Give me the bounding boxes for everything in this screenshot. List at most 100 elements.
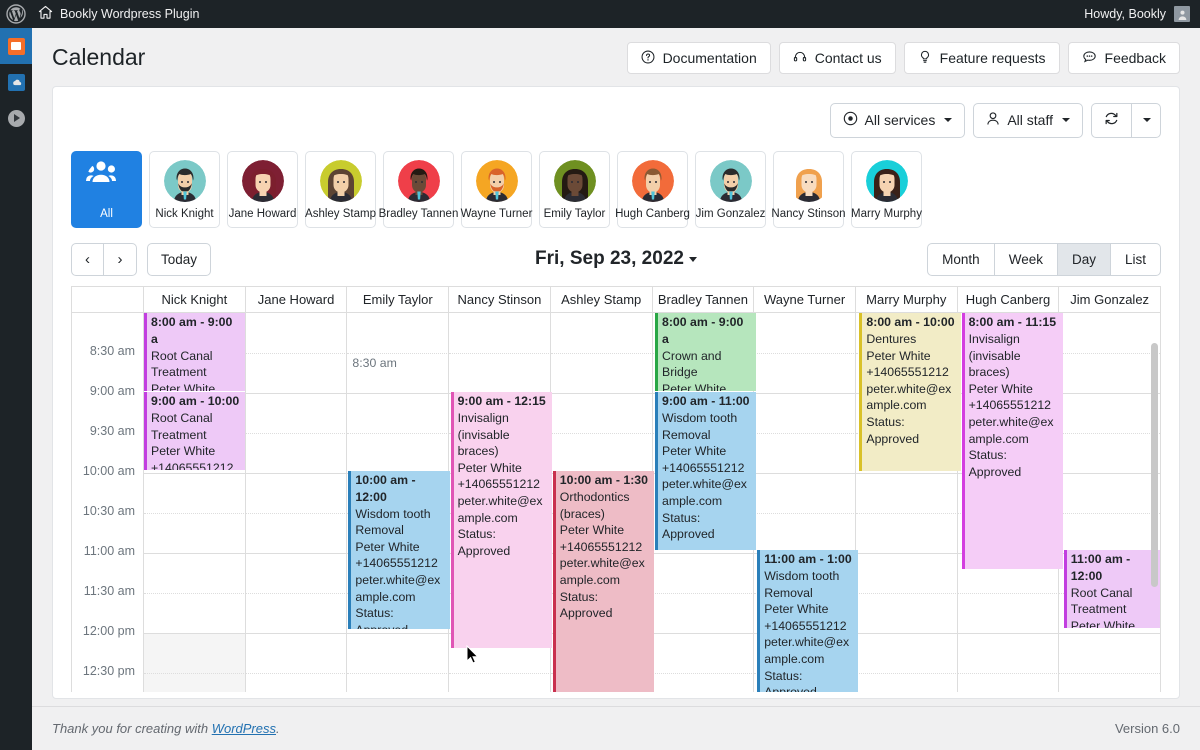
calendar-slot[interactable] [144,473,246,493]
contact-us-button[interactable]: Contact us [779,42,896,74]
calendar-slot[interactable] [246,333,348,353]
view-button-day[interactable]: Day [1058,243,1111,276]
calendar-slot[interactable] [856,673,958,692]
calendar-slot[interactable] [754,373,856,393]
calendar-slot[interactable] [1059,493,1160,513]
calendar-slot[interactable] [754,453,856,473]
refresh-options-button[interactable] [1131,103,1161,138]
calendar-slot[interactable] [958,593,1060,613]
calendar-slot[interactable] [1059,373,1160,393]
calendar-slot[interactable] [246,633,348,653]
calendar-event[interactable]: 9:00 am - 12:15Invisalign (invisable bra… [451,392,552,648]
calendar-slot[interactable] [754,433,856,453]
sidebar-item-bookly[interactable] [0,28,32,64]
calendar-slot[interactable] [856,653,958,673]
calendar-event[interactable]: 10:00 am - 12:00Wisdom tooth RemovalPete… [348,471,449,629]
calendar-slot[interactable] [856,633,958,653]
calendar-slot[interactable] [1059,673,1160,692]
calendar-slot[interactable] [754,513,856,533]
calendar-slot[interactable] [1059,333,1160,353]
calendar-slot[interactable] [551,333,653,353]
calendar-slot[interactable] [144,533,246,553]
calendar-event[interactable]: 9:00 am - 11:00Wisdom tooth RemovalPeter… [655,392,756,550]
calendar-slot[interactable] [754,353,856,373]
calendar-slot[interactable] [754,333,856,353]
calendar-slot[interactable] [347,433,449,453]
calendar-slot[interactable] [1059,473,1160,493]
staff-filter-wayne-turner[interactable]: Wayne Turner [461,151,532,229]
calendar-slot[interactable] [653,633,755,653]
calendar-slot[interactable] [1059,413,1160,433]
wordpress-link[interactable]: WordPress [212,721,276,736]
staff-filter-all[interactable]: All [71,151,142,229]
calendar-body[interactable]: 8:30 am8:30 am9:00 am9:30 am10:00 am10:3… [72,313,1160,692]
calendar-slot[interactable] [246,533,348,553]
calendar-slot[interactable] [144,613,246,633]
calendar-event[interactable]: 10:00 am - 1:30Orthodontics (braces)Pete… [553,471,654,692]
calendar-event[interactable]: 8:00 am - 9:00 aRoot Canal TreatmentPete… [144,313,245,391]
calendar-slot[interactable] [958,653,1060,673]
calendar-slot[interactable] [347,333,449,353]
calendar-slot[interactable] [1059,633,1160,653]
calendar-slot[interactable] [653,553,755,573]
calendar-slot[interactable] [1059,453,1160,473]
calendar-slot[interactable] [246,433,348,453]
calendar-slot[interactable] [856,613,958,633]
calendar-slot[interactable] [754,393,856,413]
all-services-filter[interactable]: All services [830,103,966,138]
calendar-slot[interactable] [551,313,653,333]
calendar-slot[interactable] [1059,353,1160,373]
staff-filter-emily-taylor[interactable]: Emily Taylor [539,151,610,229]
calendar-slot[interactable] [653,593,755,613]
calendar-slot[interactable] [144,573,246,593]
calendar-slot[interactable] [551,353,653,373]
staff-filter-jim-gonzalez[interactable]: Jim Gonzalez [695,151,766,229]
calendar-slot[interactable] [246,513,348,533]
calendar-slot[interactable] [449,333,551,353]
next-day-button[interactable]: › [104,243,137,276]
calendar-slot[interactable] [144,673,246,692]
calendar-slot[interactable] [144,593,246,613]
calendar-slot[interactable] [856,593,958,613]
calendar-slot[interactable] [246,373,348,393]
calendar-slot[interactable] [551,413,653,433]
calendar-slot[interactable] [246,393,348,413]
admin-bar-site-name[interactable]: Bookly Wordpress Plugin [32,0,209,28]
calendar-slot[interactable] [144,513,246,533]
staff-filter-hugh-canberg[interactable]: Hugh Canberg [617,151,688,229]
documentation-button[interactable]: Documentation [627,42,771,74]
calendar-slot[interactable] [246,613,348,633]
calendar-event[interactable]: 8:00 am - 11:15Invisalign (invisable bra… [962,313,1063,569]
calendar-slot[interactable] [653,653,755,673]
calendar-slot[interactable] [246,353,348,373]
calendar-slot[interactable] [754,313,856,333]
refresh-button[interactable] [1091,103,1131,138]
calendar-slot[interactable] [347,393,449,413]
calendar-slot[interactable] [551,453,653,473]
view-button-week[interactable]: Week [995,243,1058,276]
calendar-slot[interactable] [958,613,1060,633]
staff-filter-nancy-stinson[interactable]: Nancy Stinson [773,151,844,229]
calendar-slot[interactable] [856,493,958,513]
calendar-slot[interactable] [551,433,653,453]
prev-day-button[interactable]: ‹ [71,243,104,276]
calendar-slot[interactable] [246,653,348,673]
staff-filter-jane-howard[interactable]: Jane Howard [227,151,298,229]
calendar-slot[interactable] [754,473,856,493]
calendar-slot[interactable] [551,373,653,393]
staff-filter-ashley-stamp[interactable]: Ashley Stamp [305,151,376,229]
calendar-slot[interactable] [653,673,755,692]
calendar-slot[interactable] [246,313,348,333]
calendar-slot[interactable] [1059,513,1160,533]
calendar-slot[interactable] [347,653,449,673]
calendar-slot[interactable] [449,653,551,673]
staff-filter-marry-murphy[interactable]: Marry Murphy [851,151,922,229]
calendar-slot[interactable] [246,413,348,433]
calendar-slot[interactable] [246,593,348,613]
feature-requests-button[interactable]: Feature requests [904,42,1060,74]
calendar-slot[interactable] [856,553,958,573]
staff-filter-nick-knight[interactable]: Nick Knight [149,151,220,229]
today-button[interactable]: Today [147,243,211,276]
staff-filter-bradley-tannen[interactable]: Bradley Tannen [383,151,454,229]
calendar-slot[interactable] [347,453,449,473]
